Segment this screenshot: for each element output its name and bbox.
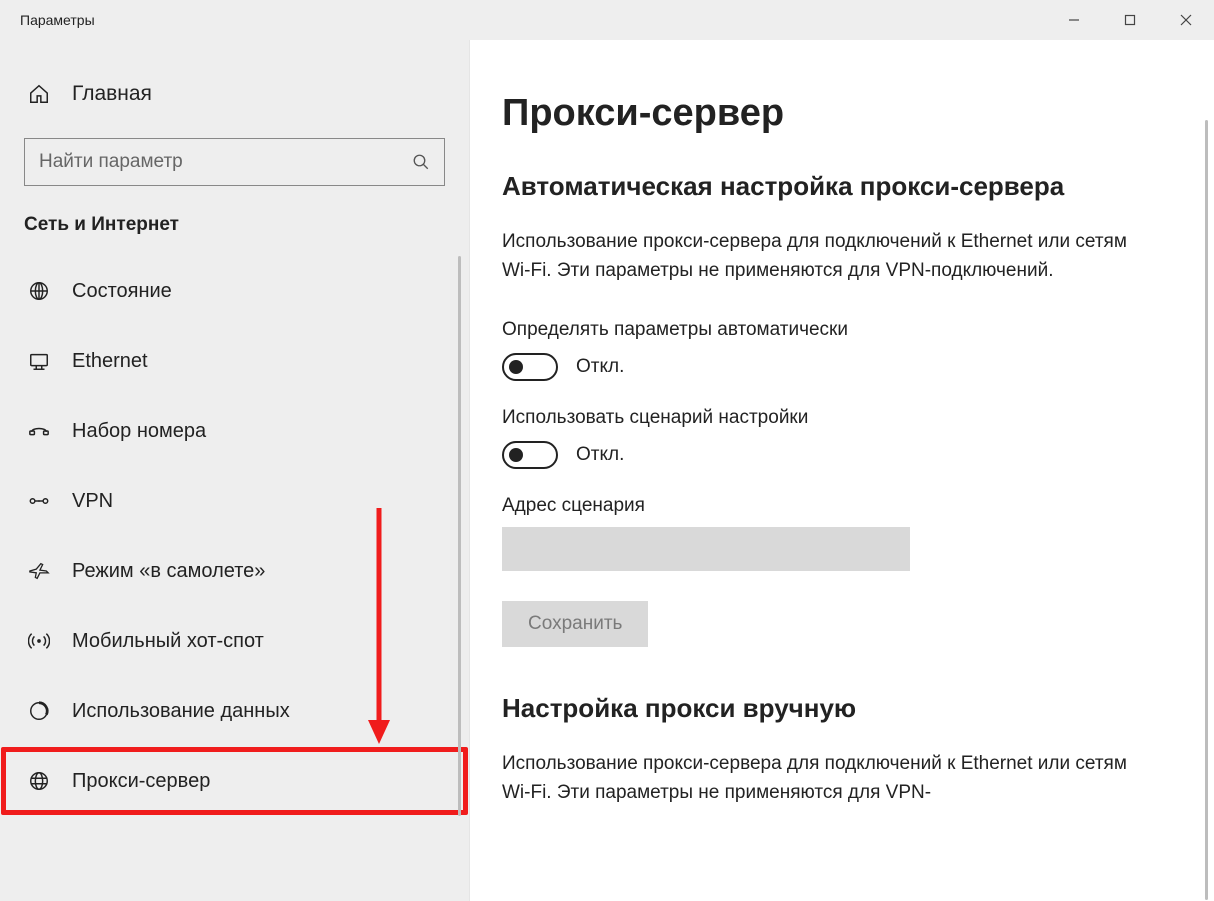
globe-icon [28,770,50,792]
search-wrap [0,138,469,214]
use-script-toggle[interactable] [502,441,558,469]
sidebar-item-label: Прокси-сервер [72,770,210,793]
dialup-icon [28,420,50,442]
main-scrollbar[interactable] [1205,120,1208,900]
detect-settings-state: Откл. [576,356,624,378]
titlebar: Параметры [0,0,1214,40]
sidebar-item-label: VPN [72,490,113,513]
minimize-icon [1068,14,1080,26]
close-button[interactable] [1158,0,1214,40]
save-button: Сохранить [502,601,648,647]
sidebar-section-title: Сеть и Интернет [0,214,469,256]
sidebar-item-label: Состояние [72,280,172,303]
minimize-button[interactable] [1046,0,1102,40]
main-content: Прокси-сервер Автоматическая настройка п… [470,40,1214,901]
sidebar-item-label: Режим «в самолете» [72,560,265,583]
detect-settings-label: Определять параметры автоматически [502,319,1174,341]
home-nav[interactable]: Главная [0,74,469,114]
manual-proxy-heading: Настройка прокси вручную [502,693,1174,724]
search-input[interactable] [39,151,404,173]
script-address-label: Адрес сценария [502,495,1174,517]
sidebar-item-status[interactable]: Состояние [0,256,469,326]
globe-grid-icon [28,280,50,302]
maximize-icon [1124,14,1136,26]
sidebar: Главная Сеть и Интернет Состояние Ethern… [0,40,470,901]
search-icon [412,153,430,171]
detect-settings-toggle[interactable] [502,353,558,381]
home-icon [28,83,50,105]
page-title: Прокси-сервер [502,92,1174,135]
script-address-input [502,527,910,571]
hotspot-icon [28,630,50,652]
sidebar-nav: Состояние Ethernet Набор номера VPN Режи [0,256,469,901]
maximize-button[interactable] [1102,0,1158,40]
sidebar-item-ethernet[interactable]: Ethernet [0,326,469,396]
home-label: Главная [72,82,152,106]
sidebar-item-airplane[interactable]: Режим «в самолете» [0,536,469,606]
sidebar-item-proxy[interactable]: Прокси-сервер [0,746,469,816]
airplane-icon [28,560,50,582]
sidebar-item-dialup[interactable]: Набор номера [0,396,469,466]
sidebar-item-label: Ethernet [72,350,148,373]
search-box[interactable] [24,138,445,186]
window-title: Параметры [20,12,95,28]
close-icon [1180,14,1192,26]
ethernet-icon [28,350,50,372]
body: Главная Сеть и Интернет Состояние Ethern… [0,40,1214,901]
use-script-state: Откл. [576,444,624,466]
use-script-label: Использовать сценарий настройки [502,407,1174,429]
sidebar-item-vpn[interactable]: VPN [0,466,469,536]
sidebar-item-hotspot[interactable]: Мобильный хот-спот [0,606,469,676]
auto-proxy-heading: Автоматическая настройка прокси-сервера [502,171,1174,202]
settings-window: Параметры Главная [0,0,1214,901]
sidebar-item-label: Мобильный хот-спот [72,630,264,653]
detect-settings-row: Откл. [502,353,1174,381]
use-script-row: Откл. [502,441,1174,469]
manual-proxy-description: Использование прокси-сервера для подключ… [502,750,1142,807]
data-usage-icon [28,700,50,722]
sidebar-scrollbar[interactable] [458,256,461,816]
auto-proxy-description: Использование прокси-сервера для подключ… [502,228,1142,285]
window-controls [1046,0,1214,40]
sidebar-item-label: Набор номера [72,420,206,443]
sidebar-item-label: Использование данных [72,700,290,723]
vpn-icon [28,490,50,512]
sidebar-item-datausage[interactable]: Использование данных [0,676,469,746]
